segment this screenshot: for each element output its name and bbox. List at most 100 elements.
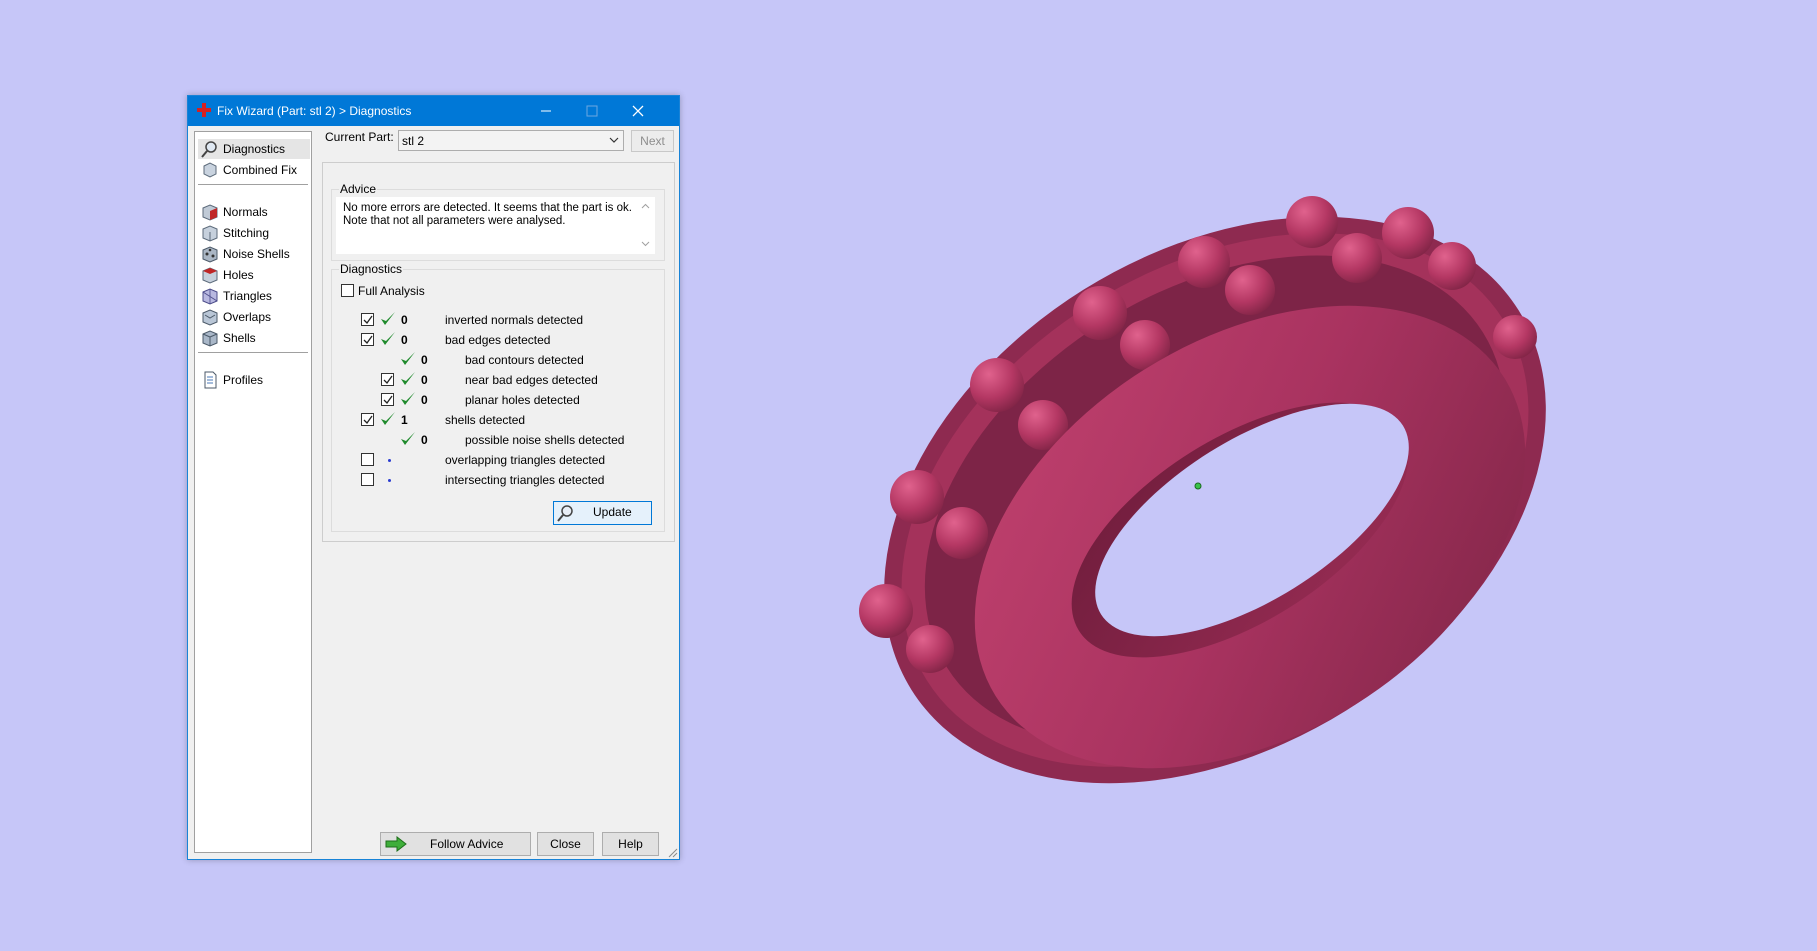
minimize-icon bbox=[541, 110, 551, 112]
nav-item-holes[interactable]: Holes bbox=[198, 265, 310, 285]
planar-holes-count: 0 bbox=[421, 393, 428, 407]
close-window-button[interactable] bbox=[615, 96, 661, 126]
scroll-down-icon bbox=[641, 241, 650, 247]
magnifier-icon bbox=[201, 141, 217, 158]
window-title: Fix Wizard (Part: stl 2) > Diagnostics bbox=[217, 104, 412, 118]
advice-scrollbar[interactable] bbox=[636, 197, 655, 254]
overlapping-triangles-checkbox[interactable] bbox=[361, 453, 374, 466]
full-analysis-label: Full Analysis bbox=[358, 284, 425, 298]
near-bad-edges-count: 0 bbox=[421, 373, 428, 387]
magnifier-icon bbox=[557, 505, 573, 522]
shells-checkbox[interactable] bbox=[361, 413, 374, 426]
minimize-button[interactable] bbox=[523, 96, 569, 126]
update-button[interactable]: Update bbox=[553, 501, 652, 525]
planar-holes-label: planar holes detected bbox=[465, 393, 580, 407]
nav-item-shells[interactable]: Shells bbox=[198, 328, 310, 348]
checkmark-icon bbox=[383, 395, 393, 405]
nav-item-profiles[interactable]: Profiles bbox=[198, 370, 310, 390]
stitching-cube-icon bbox=[202, 225, 218, 242]
advice-line: Note that not all parameters were analys… bbox=[343, 215, 566, 227]
noise-shells-label: possible noise shells detected bbox=[465, 433, 625, 447]
ok-check-icon bbox=[401, 372, 415, 385]
nav-item-stitching[interactable]: Stitching bbox=[198, 223, 310, 243]
normals-cube-icon bbox=[202, 204, 218, 221]
profiles-document-icon bbox=[204, 371, 217, 389]
ok-check-icon bbox=[401, 352, 415, 365]
current-part-value: stl 2 bbox=[402, 134, 425, 148]
checkmark-icon bbox=[363, 315, 373, 325]
shells-cube-icon bbox=[202, 330, 218, 347]
nav-item-overlaps[interactable]: Overlaps bbox=[198, 307, 310, 327]
nav-item-combined-fix[interactable]: Combined Fix bbox=[198, 160, 310, 180]
pending-dot bbox=[388, 479, 391, 482]
nav-item-label: Holes bbox=[223, 268, 254, 282]
nav-item-label: Overlaps bbox=[223, 310, 272, 324]
advice-legend: Advice bbox=[339, 182, 378, 196]
ok-check-icon bbox=[401, 392, 415, 405]
nav-item-label: Normals bbox=[223, 205, 268, 219]
pending-dot bbox=[388, 459, 391, 462]
wizard-nav-list: Diagnostics Combined Fix Normals Stitchi… bbox=[194, 131, 312, 853]
holes-cube-icon bbox=[202, 267, 218, 284]
nav-item-label: Stitching bbox=[223, 226, 270, 240]
intersecting-triangles-label: intersecting triangles detected bbox=[445, 473, 605, 487]
shells-label: shells detected bbox=[445, 413, 526, 427]
bad-edges-checkbox[interactable] bbox=[361, 333, 374, 346]
nav-item-normals[interactable]: Normals bbox=[198, 202, 310, 222]
noise-shells-count: 0 bbox=[421, 433, 428, 447]
update-label: Update bbox=[593, 505, 632, 519]
nav-item-triangles[interactable]: Triangles bbox=[198, 286, 310, 306]
bad-contours-label: bad contours detected bbox=[465, 353, 584, 367]
nav-item-label: Triangles bbox=[223, 289, 272, 303]
inverted-normals-checkbox[interactable] bbox=[361, 313, 374, 326]
maximize-button[interactable] bbox=[569, 96, 615, 126]
current-part-select[interactable]: stl 2 bbox=[398, 130, 624, 151]
nav-item-label: Noise Shells bbox=[223, 247, 290, 261]
combined-fix-icon bbox=[203, 162, 217, 178]
intersecting-triangles-checkbox[interactable] bbox=[361, 473, 374, 486]
nav-item-diagnostics[interactable]: Diagnostics bbox=[198, 139, 310, 159]
fix-wizard-window: Fix Wizard (Part: stl 2) > Diagnostics D… bbox=[187, 95, 680, 860]
advice-text: No more errors are detected. It seems th… bbox=[343, 202, 633, 228]
pivot-marker bbox=[1194, 482, 1202, 490]
checkmark-icon bbox=[383, 375, 393, 385]
current-part-label: Current Part: bbox=[325, 130, 394, 144]
bad-edges-count: 0 bbox=[401, 333, 408, 347]
near-bad-edges-label: near bad edges detected bbox=[465, 373, 598, 387]
noise-shells-icon bbox=[202, 246, 218, 263]
ok-check-icon bbox=[381, 332, 395, 345]
follow-advice-label: Follow Advice bbox=[430, 837, 504, 851]
nav-item-label: Diagnostics bbox=[223, 142, 286, 156]
inverted-normals-label: inverted normals detected bbox=[445, 313, 584, 327]
bad-edges-label: bad edges detected bbox=[445, 333, 551, 347]
nav-item-label: Profiles bbox=[223, 373, 264, 387]
chevron-down-icon bbox=[609, 137, 619, 143]
triangles-cube-icon bbox=[202, 288, 218, 305]
advice-line: No more errors are detected. It seems th… bbox=[343, 202, 632, 214]
full-analysis-checkbox[interactable] bbox=[341, 284, 354, 297]
overlaps-cube-icon bbox=[202, 309, 218, 326]
checkmark-icon bbox=[363, 415, 373, 425]
nav-divider bbox=[198, 352, 308, 353]
resize-grip-icon[interactable] bbox=[668, 848, 678, 858]
title-bar[interactable]: Fix Wizard (Part: stl 2) > Diagnostics bbox=[188, 96, 679, 126]
next-button[interactable]: Next bbox=[631, 130, 674, 152]
close-icon bbox=[632, 105, 644, 117]
nav-item-label: Combined Fix bbox=[223, 163, 298, 177]
inverted-normals-count: 0 bbox=[401, 313, 408, 327]
overlapping-triangles-label: overlapping triangles detected bbox=[445, 453, 606, 467]
diagnostics-legend: Diagnostics bbox=[339, 262, 404, 276]
nav-item-noise-shells[interactable]: Noise Shells bbox=[198, 244, 310, 264]
bad-contours-count: 0 bbox=[421, 353, 428, 367]
ok-check-icon bbox=[381, 412, 395, 425]
ring-model[interactable] bbox=[780, 100, 1650, 900]
nav-item-label: Shells bbox=[223, 331, 256, 345]
follow-advice-button[interactable]: Follow Advice bbox=[380, 832, 531, 856]
ok-check-icon bbox=[401, 432, 415, 445]
close-button[interactable]: Close bbox=[537, 832, 594, 856]
help-button[interactable]: Help bbox=[602, 832, 659, 856]
near-bad-edges-checkbox[interactable] bbox=[381, 373, 394, 386]
planar-holes-checkbox[interactable] bbox=[381, 393, 394, 406]
maximize-icon bbox=[586, 105, 598, 117]
arrow-right-icon bbox=[385, 836, 407, 852]
